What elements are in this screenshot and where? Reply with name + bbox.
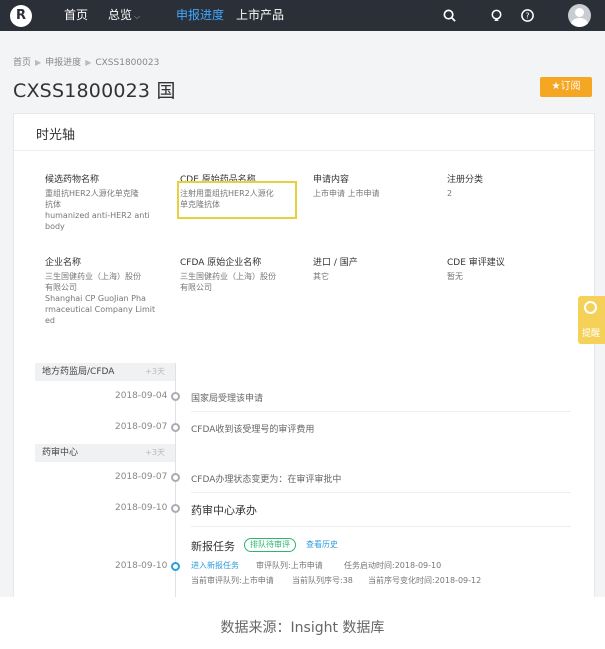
nav-overview[interactable]: 总览 ⌵ xyxy=(108,0,140,31)
timeline-dot-icon xyxy=(171,392,180,401)
cfda-company-line-1: 三生国健药业（上海）股份 xyxy=(180,272,276,281)
svg-text:?: ? xyxy=(526,11,530,20)
reg-category: 注册分类 2 xyxy=(447,174,567,199)
timeline-dot-icon xyxy=(171,423,180,432)
divider xyxy=(191,492,571,493)
event-text: CFDA办理状态变更为：在审评审批中 xyxy=(191,475,342,485)
cde-advice: CDE 审评建议 暂无 xyxy=(447,257,567,282)
highlight-box xyxy=(177,181,297,219)
nav-overview-label: 总览 xyxy=(108,8,133,22)
image-caption: 数据来源：Insight 数据库 xyxy=(220,620,385,636)
candidate-line-4: body xyxy=(45,222,65,231)
task-detail: 任务启动时间:2018-09-10 xyxy=(344,561,442,570)
candidate-line-3: humanized anti-HER2 anti xyxy=(45,211,150,220)
company-label: 企业名称 xyxy=(45,258,82,268)
cde-advice-value: 暂无 xyxy=(447,272,463,281)
company-line-2: 有限公司 xyxy=(45,283,77,292)
view-history-link[interactable]: 查看历史 xyxy=(306,539,338,550)
top-nav: R 首页 总览 ⌵ 申报进度 上市产品 ? xyxy=(0,0,605,31)
candidate-line-1: 重组抗HER2人源化单克隆 xyxy=(45,189,139,198)
event-text: 国家局受理该申请 xyxy=(191,394,264,404)
company-name: 企业名称 三生国健药业（上海）股份 有限公司 Shanghai CP GuoJi… xyxy=(45,257,170,326)
event-text: 药审中心承办 xyxy=(191,504,257,517)
company-line-1: 三生国健药业（上海）股份 xyxy=(45,272,141,281)
timeline-dot-icon xyxy=(171,473,180,482)
event-date: 2018-09-07 xyxy=(115,422,168,432)
breadcrumb: 首页 ▶ 申报进度 ▶ CXSS1800023 xyxy=(13,55,159,68)
timeline-dot-active-icon xyxy=(171,562,180,571)
reminder-tab[interactable]: 提醒 xyxy=(578,296,605,344)
search-icon[interactable] xyxy=(442,8,457,23)
subscribe-label: 订阅 xyxy=(560,81,581,92)
reminder-icon xyxy=(584,301,597,314)
page-title: CXSS1800023 国 xyxy=(13,80,176,102)
stage-cde: 药审中心 +3天 xyxy=(35,444,175,462)
cde-advice-label: CDE 审评建议 xyxy=(447,258,505,268)
user-avatar[interactable] xyxy=(568,4,591,27)
cfda-company-line-2: 有限公司 xyxy=(180,283,212,292)
app-screenshot: R 首页 总览 ⌵ 申报进度 上市产品 ? 首页 ▶ 申报进度 ▶ CXSS1800023… xyxy=(0,0,605,597)
import-label: 进口 / 国产 xyxy=(313,258,358,268)
timeline-dot-icon xyxy=(171,504,180,513)
event-date: 2018-09-10 xyxy=(115,561,168,571)
import-value: 其它 xyxy=(313,272,329,281)
task-detail: 当前审评队列:上市申请 xyxy=(191,576,274,585)
nav-home[interactable]: 首页 xyxy=(64,0,88,31)
bulb-icon[interactable] xyxy=(489,8,504,23)
company-line-3: Shanghai CP GuoJian Pha xyxy=(45,294,146,303)
chevron-down-icon: ⌵ xyxy=(134,12,141,21)
logo[interactable]: R xyxy=(10,5,32,27)
cfda-company: CFDA 原始企业名称 三生国健药业（上海）股份 有限公司 xyxy=(180,257,305,293)
reminder-label: 提醒 xyxy=(582,329,601,339)
task-detail: 进入新报任务 xyxy=(191,561,239,570)
event-date: 2018-09-07 xyxy=(115,472,168,482)
breadcrumb-current: CXSS1800023 xyxy=(95,58,160,68)
event-date: 2018-09-10 xyxy=(115,503,168,513)
task-detail: 当前序号变化时间:2018-09-12 xyxy=(368,576,482,585)
reg-label: 注册分类 xyxy=(447,175,484,185)
breadcrumb-progress[interactable]: 申报进度 xyxy=(45,58,81,68)
divider xyxy=(191,526,571,527)
cfda-company-label: CFDA 原始企业名称 xyxy=(180,258,262,268)
divider xyxy=(191,411,571,412)
card-title: 时光轴 xyxy=(36,128,76,143)
task-title: 新报任务 xyxy=(191,540,235,553)
help-icon[interactable]: ? xyxy=(520,8,535,23)
reg-value: 2 xyxy=(447,189,453,198)
candidate-line-2: 抗体 xyxy=(45,200,61,209)
stage-days: +3天 xyxy=(145,367,165,376)
stage-days: +3天 xyxy=(145,448,165,457)
stage-name: 地方药监局/CFDA xyxy=(42,367,115,377)
stage-cfda: 地方药监局/CFDA +3天 xyxy=(35,363,175,381)
import-domestic: 进口 / 国产 其它 xyxy=(313,257,433,282)
status-badge: 排队待审评 xyxy=(244,538,296,552)
candidate-drug: 候选药物名称 重组抗HER2人源化单克隆 抗体 humanized anti-H… xyxy=(45,174,165,232)
event-text: CFDA收到该受理号的审评费用 xyxy=(191,425,315,435)
breadcrumb-home[interactable]: 首页 xyxy=(13,58,31,68)
breadcrumb-separator-icon: ▶ xyxy=(35,58,42,67)
company-line-4: rmaceutical Company Limit xyxy=(45,305,156,314)
event-date: 2018-09-04 xyxy=(115,391,168,401)
stage-name: 药审中心 xyxy=(42,448,79,458)
nav-products[interactable]: 上市产品 xyxy=(236,0,284,31)
task-detail: 审评队列:上市申请 xyxy=(256,561,323,570)
candidate-label: 候选药物名称 xyxy=(45,175,100,185)
company-line-5: ed xyxy=(45,316,55,325)
subscribe-button[interactable]: ★订阅 xyxy=(540,77,592,97)
nav-progress[interactable]: 申报进度 xyxy=(176,0,224,31)
apply-label: 申请内容 xyxy=(313,175,350,185)
apply-value: 上市申请 上市申请 xyxy=(313,189,380,198)
breadcrumb-separator-icon: ▶ xyxy=(85,58,92,67)
task-detail: 当前队列序号:38 xyxy=(292,576,353,585)
divider xyxy=(14,150,594,151)
apply-content: 申请内容 上市申请 上市申请 xyxy=(313,174,433,199)
